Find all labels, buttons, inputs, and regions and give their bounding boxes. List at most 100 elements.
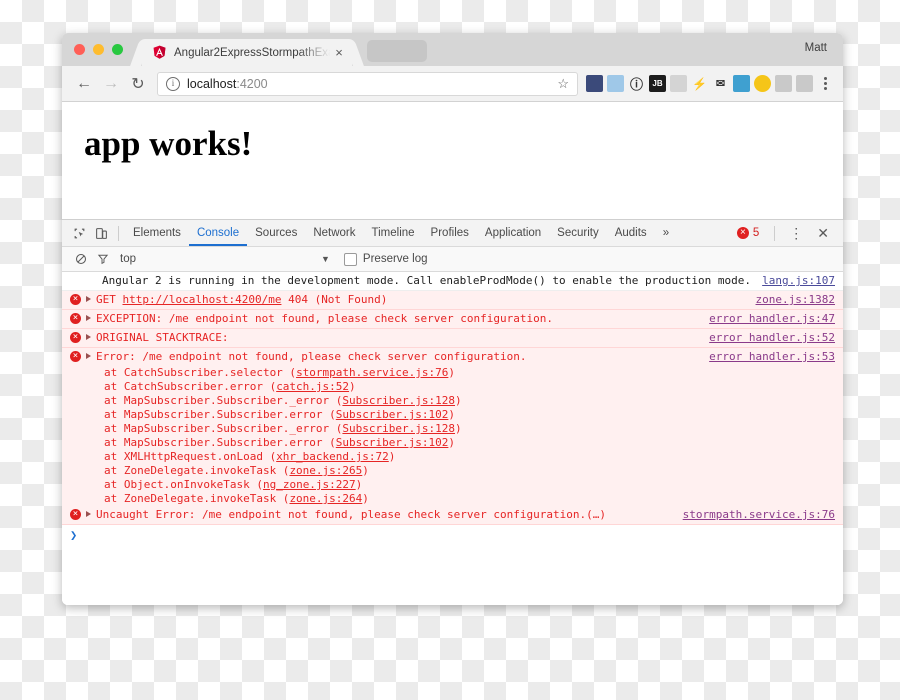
console-output[interactable]: Angular 2 is running in the development …	[62, 272, 843, 605]
error-count-badge[interactable]: × 5	[730, 227, 766, 239]
stack-trace-line: at MapSubscriber.Subscriber.error (Subsc…	[62, 408, 843, 422]
mail-extension-icon[interactable]: ✉	[712, 75, 729, 92]
devtools-tabbar: Elements Console Sources Network Timelin…	[62, 220, 843, 247]
stack-trace-source-link[interactable]: Subscriber.js:102	[336, 436, 449, 449]
filter-funnel-icon[interactable]	[92, 249, 114, 269]
toolbar-divider-2	[774, 225, 776, 241]
devtools-menu-icon[interactable]: ⋮	[783, 225, 809, 242]
tab-strip: Angular2ExpressStormpathExa × Matt	[62, 33, 843, 66]
console-source-link[interactable]: zone.js:1382	[756, 293, 835, 307]
preserve-log-checkbox[interactable]	[343, 252, 357, 266]
window-controls	[74, 44, 123, 55]
page-title: app works!	[84, 124, 253, 163]
console-source-link[interactable]: error handler.js:47	[709, 312, 835, 326]
tab-profiles[interactable]: Profiles	[423, 220, 477, 246]
stack-trace-source-link[interactable]: xhr_backend.js:72	[276, 450, 389, 463]
stack-trace-source-link[interactable]: catch.js:52	[276, 380, 349, 393]
close-devtools-icon[interactable]: ✕	[811, 225, 835, 242]
cast-extension-icon[interactable]	[796, 75, 813, 92]
reload-icon[interactable]: ↻	[126, 72, 150, 96]
inspect-element-icon[interactable]	[68, 223, 90, 243]
forward-icon[interactable]: →	[99, 72, 123, 96]
owl-extension-icon[interactable]	[733, 75, 750, 92]
expand-triangle-icon[interactable]	[86, 511, 91, 517]
bookmark-star-icon[interactable]: ☆	[557, 76, 569, 92]
device-toolbar-icon[interactable]	[90, 223, 112, 243]
tab-application[interactable]: Application	[477, 220, 549, 246]
browser-tab-inactive[interactable]	[367, 40, 427, 62]
expand-triangle-icon[interactable]	[86, 353, 91, 359]
tab-title: Angular2ExpressStormpathExa	[174, 46, 332, 59]
clear-console-icon[interactable]	[70, 249, 92, 269]
stack-trace-source-link[interactable]: ng_zone.js:227	[263, 478, 356, 491]
info-extension-icon[interactable]: ⓘ	[628, 75, 645, 92]
console-row-error-get[interactable]: × GET http://localhost:4200/me 404 (Not …	[62, 291, 843, 310]
stack-trace-list: at CatchSubscriber.selector (stormpath.s…	[62, 366, 843, 506]
expand-triangle-icon[interactable]	[86, 315, 91, 321]
console-row-error-exception[interactable]: × EXCEPTION: /me endpoint not found, ple…	[62, 310, 843, 329]
stack-trace-line: at XMLHttpRequest.onLoad (xhr_backend.js…	[62, 450, 843, 464]
stack-trace-text: at XMLHttpRequest.onLoad (xhr_backend.js…	[104, 450, 396, 463]
tab-audits[interactable]: Audits	[607, 220, 655, 246]
back-icon[interactable]: ←	[72, 72, 96, 96]
error-icon: ×	[70, 294, 81, 305]
stack-trace-source-link[interactable]: Subscriber.js:102	[336, 408, 449, 421]
console-message: ORIGINAL STACKTRACE:	[96, 331, 229, 344]
tab-sources[interactable]: Sources	[247, 220, 305, 246]
close-window-button[interactable]	[74, 44, 85, 55]
browser-toolbar: ← → ↻ i localhost :4200 ☆ ⓘ JB ⚡ ✉	[62, 66, 843, 102]
expand-triangle-icon[interactable]	[86, 334, 91, 340]
console-row-uncaught[interactable]: × Uncaught Error: /me endpoint not found…	[62, 506, 843, 525]
lightning-extension-icon[interactable]: ⚡	[691, 75, 708, 92]
stack-trace-line: at ZoneDelegate.invokeTask (zone.js:264)	[62, 492, 843, 506]
stack-trace-text: at MapSubscriber.Subscriber._error (Subs…	[104, 422, 462, 435]
stack-trace-source-link[interactable]: stormpath.service.js:76	[296, 366, 448, 379]
close-icon[interactable]: ×	[332, 46, 346, 59]
photo-extension-icon[interactable]	[607, 75, 624, 92]
console-source-link[interactable]: error handler.js:53	[709, 350, 835, 364]
maximize-window-button[interactable]	[112, 44, 123, 55]
console-row-error-detail[interactable]: × Error: /me endpoint not found, please …	[62, 348, 843, 366]
jetbrains-extension-icon[interactable]: JB	[649, 75, 666, 92]
browser-tab-active[interactable]: Angular2ExpressStormpathExa ×	[142, 39, 352, 66]
console-message: Error: /me endpoint not found, please ch…	[96, 350, 527, 363]
runner-extension-icon[interactable]	[775, 75, 792, 92]
shield-extension-icon[interactable]	[670, 75, 687, 92]
tab-elements[interactable]: Elements	[125, 220, 189, 246]
tab-timeline[interactable]: Timeline	[364, 220, 423, 246]
minimize-window-button[interactable]	[93, 44, 104, 55]
chevron-down-icon[interactable]: ▼	[321, 254, 330, 264]
console-row-info[interactable]: Angular 2 is running in the development …	[62, 272, 843, 291]
console-prompt[interactable]: ❯	[62, 525, 843, 545]
expand-triangle-icon[interactable]	[86, 296, 91, 302]
stack-trace-source-link[interactable]: zone.js:264	[289, 492, 362, 505]
profile-name[interactable]: Matt	[805, 42, 827, 54]
tab-console[interactable]: Console	[188, 220, 248, 246]
prompt-chevron-icon: ❯	[70, 528, 78, 542]
console-message: Uncaught Error: /me endpoint not found, …	[96, 508, 606, 521]
stack-trace-line: at Object.onInvokeTask (ng_zone.js:227)	[62, 478, 843, 492]
console-context-selector[interactable]: top	[120, 253, 136, 265]
stack-trace-source-link[interactable]: zone.js:265	[289, 464, 362, 477]
console-message: Angular 2 is running in the development …	[102, 274, 752, 287]
moon-extension-icon[interactable]	[754, 75, 771, 92]
tab-network[interactable]: Network	[305, 220, 363, 246]
stack-trace-text: at MapSubscriber.Subscriber.error (Subsc…	[104, 436, 456, 449]
browser-menu-button[interactable]	[817, 77, 833, 90]
request-url-link[interactable]: http://localhost:4200/me	[123, 293, 282, 306]
site-info-icon[interactable]: i	[166, 76, 180, 91]
console-row-error-stacktrace-header[interactable]: × ORIGINAL STACKTRACE: error handler.js:…	[62, 329, 843, 348]
error-icon: ×	[736, 227, 749, 239]
address-bar[interactable]: i localhost :4200 ☆	[157, 71, 578, 96]
console-source-link[interactable]: lang.js:107	[762, 274, 835, 288]
stack-trace-source-link[interactable]: Subscriber.js:128	[342, 394, 455, 407]
stack-trace-line: at ZoneDelegate.invokeTask (zone.js:265)	[62, 464, 843, 478]
tab-overflow-icon[interactable]: »	[655, 220, 677, 246]
get-prefix: GET	[96, 293, 123, 306]
console-source-link[interactable]: stormpath.service.js:76	[683, 508, 835, 522]
error-icon: ×	[70, 332, 81, 343]
speedometer-extension-icon[interactable]	[586, 75, 603, 92]
console-source-link[interactable]: error handler.js:52	[709, 331, 835, 345]
stack-trace-source-link[interactable]: Subscriber.js:128	[342, 422, 455, 435]
tab-security[interactable]: Security	[549, 220, 607, 246]
